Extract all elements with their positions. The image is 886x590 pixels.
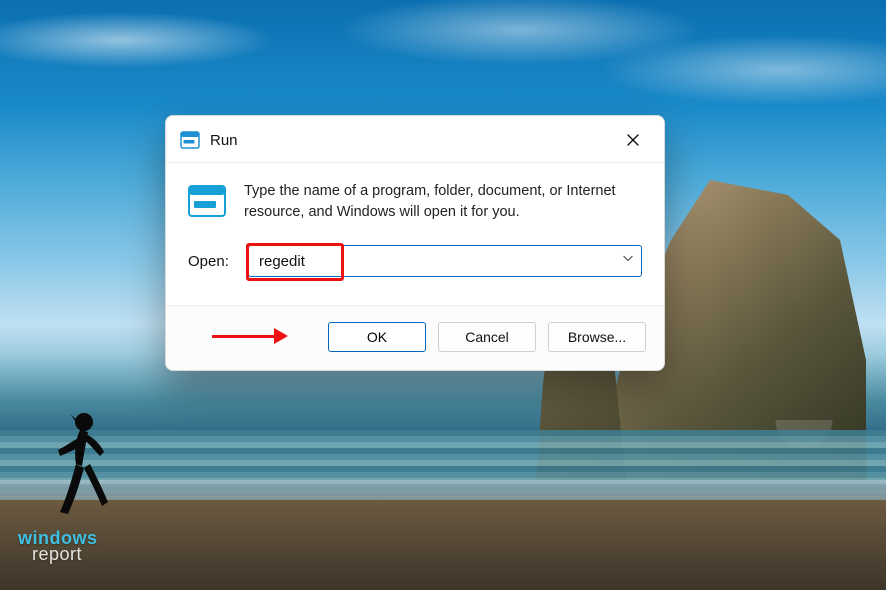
close-button[interactable] xyxy=(616,126,650,154)
run-large-icon xyxy=(188,181,226,223)
desktop-wallpaper: windows report Run xyxy=(0,0,886,590)
wallpaper-shore xyxy=(0,500,886,590)
ok-button[interactable]: OK xyxy=(328,322,426,352)
wallpaper-runner-silhouette xyxy=(50,410,120,530)
annotation-arrow xyxy=(212,328,288,344)
dialog-body: Type the name of a program, folder, docu… xyxy=(166,163,664,231)
dialog-description: Type the name of a program, folder, docu… xyxy=(244,181,624,223)
titlebar-left: Run xyxy=(180,131,238,149)
titlebar: Run xyxy=(166,116,664,163)
browse-button[interactable]: Browse... xyxy=(548,322,646,352)
open-row: Open: xyxy=(166,231,664,305)
run-dialog: Run Type the name of a program, folder, … xyxy=(165,115,665,371)
open-label: Open: xyxy=(188,253,234,270)
dialog-title: Run xyxy=(210,132,238,149)
button-bar: OK Cancel Browse... xyxy=(166,305,664,370)
watermark-windowsreport: windows report xyxy=(18,530,98,562)
close-icon xyxy=(626,133,640,147)
open-input[interactable] xyxy=(249,253,641,270)
watermark-line2: report xyxy=(32,546,98,562)
cancel-button[interactable]: Cancel xyxy=(438,322,536,352)
annotation-arrow-shaft xyxy=(212,335,274,338)
open-combobox[interactable] xyxy=(248,245,642,277)
annotation-arrow-head xyxy=(274,328,288,344)
run-icon xyxy=(180,131,200,149)
